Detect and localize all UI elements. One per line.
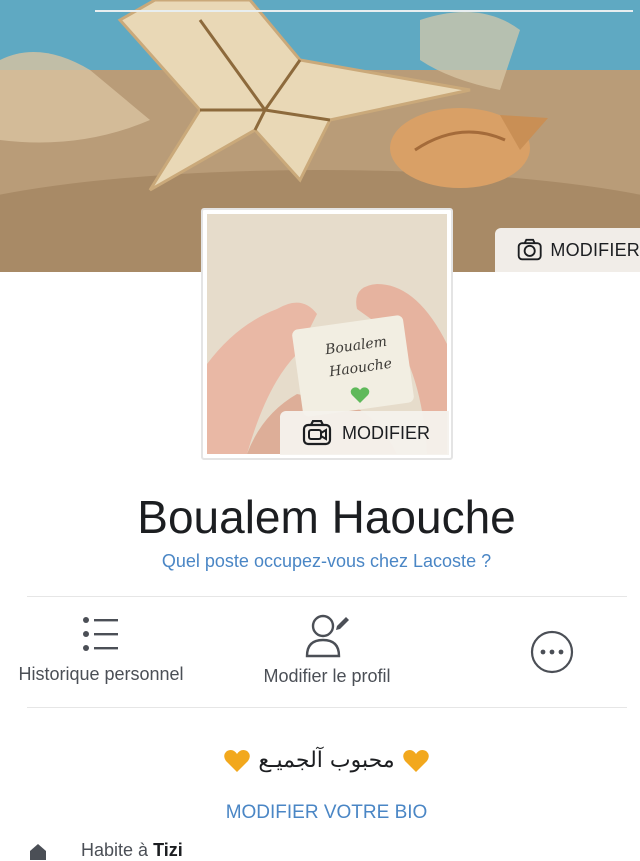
more-options-button[interactable]	[524, 630, 580, 674]
more-icon	[530, 630, 574, 674]
green-heart-icon	[350, 387, 370, 403]
camera-icon	[517, 238, 542, 261]
video-camera-icon	[302, 420, 332, 446]
profile-name: Boualem Haouche	[137, 491, 516, 543]
home-icon	[30, 844, 46, 861]
edit-profile-icon	[305, 614, 349, 658]
yellow-heart-icon	[224, 750, 251, 772]
edit-profile-picture-button[interactable]: MODIFIER	[280, 411, 449, 455]
yellow-heart-icon	[402, 750, 429, 772]
edit-profile-label: Modifier le profil	[263, 666, 391, 686]
edit-bio-button[interactable]: MODIFIER VOTRE BIO	[0, 802, 640, 824]
bio-content: محبوب آلجميـع	[258, 748, 395, 773]
list-icon	[83, 617, 118, 651]
history-action[interactable]: Historique personnel	[0, 612, 202, 685]
divider-top	[27, 596, 627, 597]
divider-bottom	[27, 707, 627, 708]
edit-profile-picture-label: MODIFIER	[342, 422, 430, 443]
lives-city[interactable]: Tizi	[153, 840, 183, 860]
bio-text: محبوب آلجميـع	[0, 748, 640, 773]
history-label: Historique personnel	[18, 664, 184, 684]
lives-in-row: Habite à Tizi	[28, 840, 183, 861]
edit-cover-button[interactable]: MODIFIER	[495, 228, 640, 272]
edit-profile-action[interactable]: Modifier le profil	[226, 612, 428, 687]
edit-cover-label: MODIFIER	[550, 239, 640, 260]
cover-divider	[95, 10, 633, 12]
lives-prefix: Habite à	[81, 840, 149, 860]
job-prompt-link[interactable]: Quel poste occupez-vous chez Lacoste ?	[0, 551, 640, 572]
